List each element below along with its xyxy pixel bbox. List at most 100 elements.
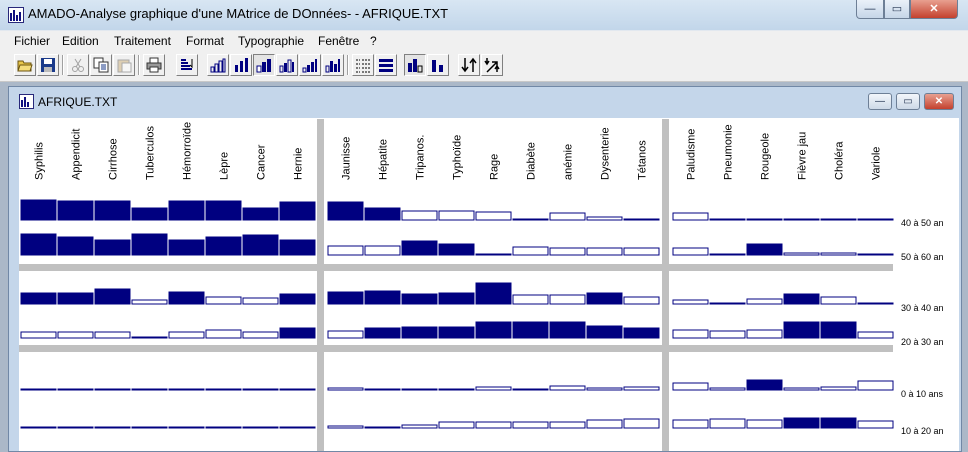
matrix-cell-bar [364, 290, 401, 305]
copy-button[interactable] [90, 54, 112, 76]
matrix-cell-bar [242, 426, 279, 429]
column-header: anémie [563, 144, 575, 180]
matrix-cell-bar [205, 388, 242, 391]
menu-fenetre[interactable]: Fenêtre [318, 34, 359, 48]
matrix-cell-bar [672, 329, 709, 339]
column-header: Appendicit [71, 129, 83, 180]
close-button[interactable]: ✕ [910, 0, 958, 19]
document-close-button[interactable]: ✕ [924, 93, 954, 110]
document-maximize-button[interactable]: ▭ [896, 93, 920, 110]
document-title: AFRIQUE.TXT [38, 95, 118, 109]
bar-chart-icon [235, 58, 248, 72]
bars-button-2[interactable] [230, 54, 252, 76]
table-view-button[interactable] [352, 54, 374, 76]
paste-button[interactable] [113, 54, 135, 76]
matrix-cell-bar [401, 293, 438, 305]
document-minimize-button[interactable]: — [868, 93, 892, 110]
graph-view-button-2[interactable] [427, 54, 449, 76]
bars-button-6[interactable] [322, 54, 344, 76]
matrix-cell-bar [168, 291, 205, 305]
menu-typographie[interactable]: Typographie [238, 34, 304, 48]
row-label: 30 à 40 an [901, 303, 944, 313]
matrix-cell-bar [205, 296, 242, 305]
matrix-cell-bar [279, 201, 316, 221]
swap-arrows-icon [461, 57, 477, 73]
permute-button[interactable] [458, 54, 480, 76]
matrix-cell-bar [168, 426, 205, 429]
paste-icon [117, 59, 132, 73]
matrix-cell-bar [623, 386, 660, 391]
matrix-cell-bar [709, 253, 746, 256]
save-button[interactable] [37, 54, 59, 76]
matrix-cell-bar [475, 321, 512, 339]
matrix-cell-bar [820, 218, 857, 221]
matrix-cell-bar [327, 291, 364, 305]
row-label: 50 à 60 an [901, 252, 944, 262]
column-header: Rougeole [760, 133, 772, 180]
bar-chart-icon [302, 59, 317, 73]
mdi-workspace: AFRIQUE.TXT — ▭ ✕ Syphilis Appendicit Cirr… [0, 82, 968, 452]
print-button[interactable] [143, 54, 165, 76]
graph-view-button-1[interactable] [404, 54, 426, 76]
group-separator-vertical [317, 119, 324, 451]
matrix-cell-bar [205, 426, 242, 429]
matrix-cell-bar [20, 388, 57, 391]
minimize-button[interactable]: — [856, 0, 884, 19]
bar-chart-icon [432, 60, 443, 72]
column-header: Choléra [834, 141, 846, 180]
transpose-button[interactable] [481, 54, 503, 76]
toolbar-separator [62, 55, 64, 75]
menu-fichier[interactable]: Fichier [14, 34, 50, 48]
bars-button-3[interactable] [253, 54, 275, 76]
column-header: Hépatite [378, 139, 390, 180]
cut-button[interactable] [67, 54, 89, 76]
toolbar-separator [138, 55, 140, 75]
printer-icon [146, 57, 162, 73]
column-header: Rage [489, 154, 501, 180]
matrix-cell-bar [168, 331, 205, 339]
matrix-cell-bar [242, 207, 279, 221]
maximize-button[interactable]: ▭ [884, 0, 910, 19]
matrix-cell-bar [438, 421, 475, 429]
bars-button-1[interactable] [207, 54, 229, 76]
app-title-bar: AMADO-Analyse graphique d'une MAtrice de… [0, 0, 968, 30]
matrix-cell-bar [820, 252, 857, 256]
matrix-cell-bar [438, 292, 475, 305]
matrix-cell-bar [438, 388, 475, 391]
matrix-cell-bar [586, 387, 623, 391]
matrix-cell-bar [131, 388, 168, 391]
bars-button-5[interactable] [299, 54, 321, 76]
matrix-cell-bar [709, 302, 746, 305]
sort-button[interactable] [176, 54, 198, 76]
matrix-cell-bar [783, 293, 820, 305]
matrix-cell-bar [205, 200, 242, 221]
column-header: Dysenterie [600, 127, 612, 180]
matrix-cell-bar [279, 239, 316, 256]
matrix-cell-bar [475, 253, 512, 256]
matrix-cell-bar [57, 331, 94, 339]
sort-rows-icon [181, 59, 193, 70]
scissors-icon [72, 58, 84, 72]
bar-chart-icon [256, 59, 271, 73]
matrix-cell-bar [857, 331, 894, 339]
matrix-cell-bar [672, 247, 709, 256]
menu-edition[interactable]: Edition [62, 34, 99, 48]
matrix-cell-bar [94, 288, 131, 305]
bar-chart-icon [279, 59, 294, 73]
app-icon[interactable] [8, 7, 24, 23]
matrix-cell-bar [475, 211, 512, 221]
matrix-cell-bar [709, 387, 746, 391]
document-icon[interactable] [19, 94, 34, 109]
matrix-cell-bar [512, 388, 549, 391]
matrix-view-button[interactable] [375, 54, 397, 76]
matrix-cell-bar [820, 296, 857, 305]
matrix-cell-bar [549, 385, 586, 391]
open-button[interactable] [14, 54, 36, 76]
matrix-cell-bar [746, 379, 783, 391]
menu-help[interactable]: ? [370, 34, 377, 48]
menu-format[interactable]: Format [186, 34, 224, 48]
bars-button-4[interactable] [276, 54, 298, 76]
matrix-cell-bar [57, 388, 94, 391]
menu-traitement[interactable]: Traitement [114, 34, 171, 48]
document-window: AFRIQUE.TXT — ▭ ✕ Syphilis Appendicit Cirr… [8, 86, 962, 452]
